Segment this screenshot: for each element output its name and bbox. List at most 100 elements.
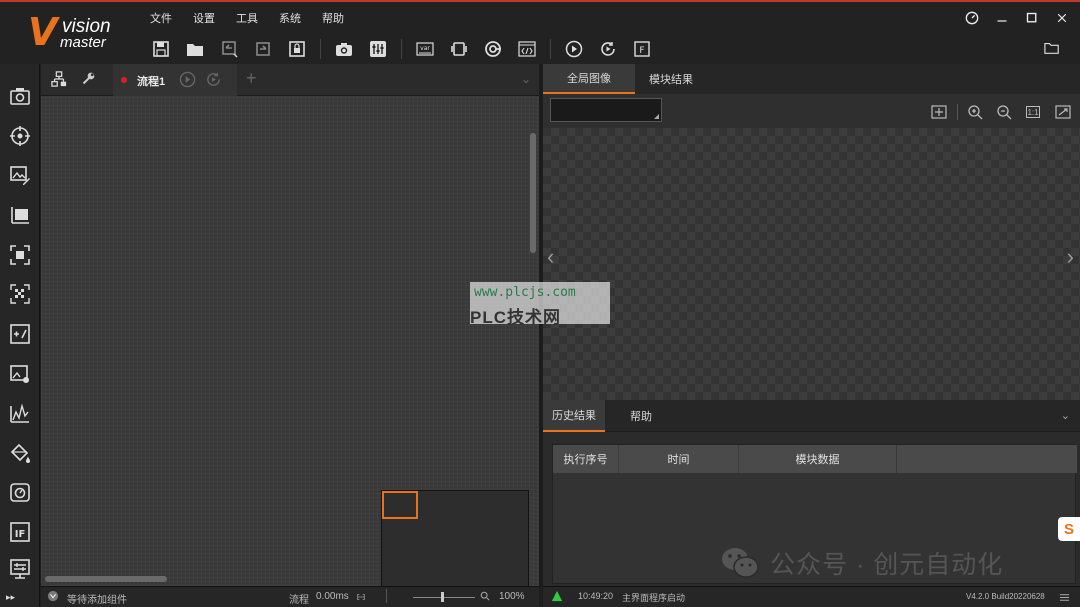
chevron-down-icon[interactable]: ⌄ [521, 72, 531, 86]
wrench-icon[interactable] [81, 71, 99, 89]
controller-icon[interactable] [367, 38, 389, 60]
expand-sidebar-icon[interactable]: ▸▸ [6, 592, 15, 603]
close-icon[interactable] [1054, 10, 1070, 26]
measure-icon[interactable] [8, 203, 32, 227]
recognize-icon[interactable] [8, 243, 32, 267]
process-panel: 流程1 + ⌄ ↘ [41, 64, 539, 607]
title-bar: V vision master 文件 设置 工具 系统 帮助 var F [0, 0, 1080, 64]
open-icon[interactable] [184, 38, 206, 60]
menu-settings[interactable]: 设置 [193, 10, 225, 26]
vertical-scrollbar[interactable] [530, 133, 536, 253]
minimap-viewport[interactable] [382, 491, 418, 519]
zoom-out-icon[interactable] [996, 104, 1012, 120]
status-separator [386, 589, 387, 603]
image-tab-bar: 全局图像 模块结果 [543, 64, 1080, 94]
logo-text-master: master [60, 34, 106, 51]
variable-icon[interactable]: var [414, 38, 436, 60]
form-icon[interactable]: F [631, 38, 653, 60]
tab-help[interactable]: 帮助 [605, 400, 677, 432]
run-once-icon[interactable] [563, 38, 585, 60]
image-source-icon[interactable] [8, 84, 32, 108]
tab-history-results[interactable]: 历史结果 [543, 400, 605, 432]
image-source-select[interactable] [550, 98, 662, 122]
code-icon[interactable] [516, 38, 538, 60]
menu-system[interactable]: 系统 [279, 10, 311, 26]
record-dot [121, 77, 127, 83]
next-image-arrow[interactable]: › [1067, 244, 1074, 270]
log-menu-icon[interactable] [1059, 592, 1070, 605]
logic-tool-icon[interactable]: IF [8, 520, 32, 544]
wechat-account-text: 公众号 · 创元自动化 [770, 551, 1004, 579]
menu-help[interactable]: 帮助 [322, 10, 354, 26]
toolbar-separator [957, 104, 958, 120]
tab-global-image[interactable]: 全局图像 [543, 64, 635, 94]
minimize-icon[interactable] [994, 10, 1010, 26]
zoom-slider-knob[interactable] [441, 592, 444, 602]
status-message: 等待添加组件 [67, 595, 127, 606]
column-header-module-data[interactable]: 模块数据 [739, 445, 897, 473]
zoom-search-icon[interactable] [480, 591, 490, 604]
export-icon[interactable] [252, 38, 274, 60]
fit-image-icon[interactable] [931, 104, 947, 120]
add-process-button[interactable]: + [246, 68, 257, 89]
maximize-icon[interactable] [1024, 10, 1040, 26]
defect-detect-icon[interactable] [8, 401, 32, 425]
deep-learning-icon[interactable] [8, 480, 32, 504]
version-label: V4.2.0 Build20220628 [966, 592, 1045, 601]
tab-module-result[interactable]: 模块结果 [635, 64, 707, 94]
communication-icon[interactable] [448, 38, 470, 60]
column-header-time[interactable]: 时间 [619, 445, 739, 473]
side-badge[interactable]: S [1058, 517, 1080, 541]
run-process-icon[interactable] [179, 71, 197, 89]
zoom-in-icon[interactable] [967, 104, 983, 120]
history-tab-bar: 历史结果 帮助 ⌄ [543, 400, 1080, 432]
menu-tools[interactable]: 工具 [236, 10, 268, 26]
locate-icon[interactable] [8, 124, 32, 148]
wechat-icon [722, 548, 759, 578]
menu-file[interactable]: 文件 [150, 10, 182, 26]
main-menu: 文件 设置 工具 系统 帮助 [150, 10, 365, 26]
vision-master-window: V vision master 文件 设置 工具 系统 帮助 var F IF … [0, 0, 1080, 607]
log-message: 主界面程序启动 [622, 593, 686, 603]
save-icon[interactable] [150, 38, 172, 60]
loop-process-icon[interactable] [205, 71, 223, 89]
lock-icon[interactable] [286, 38, 308, 60]
svg-text:IF: IF [15, 529, 26, 540]
image-edit-icon[interactable] [8, 163, 32, 187]
camera-icon[interactable] [333, 38, 355, 60]
log-status-bar: 10:49:20 主界面程序启动 V4.2.0 Build20220628 [543, 586, 1080, 607]
zoom-slider-track[interactable] [413, 597, 475, 598]
global-script-icon[interactable] [482, 38, 504, 60]
svg-text:F: F [639, 46, 644, 56]
status-ok-icon [551, 590, 563, 604]
previous-image-arrow[interactable]: ‹ [547, 244, 554, 270]
window-controls [964, 10, 1070, 26]
watermark-site-name: PLC技术网 [470, 308, 561, 327]
communication-tool-icon[interactable] [8, 557, 32, 581]
calibrate-icon[interactable] [8, 282, 32, 306]
fullscreen-icon[interactable] [1055, 104, 1071, 120]
import-icon[interactable] [218, 38, 240, 60]
column-header-index[interactable]: 执行序号 [553, 445, 619, 473]
main-toolbar: var F [150, 38, 665, 60]
logo-mark: V [28, 10, 58, 54]
open-folder-icon[interactable] [1044, 40, 1062, 58]
process-canvas[interactable]: ↘ [41, 97, 539, 607]
actual-size-button[interactable]: 1:1 [1026, 106, 1040, 118]
toolbar-separator [320, 39, 321, 59]
calculation-icon[interactable] [8, 322, 32, 346]
watermark-url: www.plcjs.com [474, 285, 576, 300]
speed-icon[interactable] [964, 10, 980, 26]
toolbar-separator [401, 39, 402, 59]
image-display-area[interactable] [543, 128, 1080, 400]
flow-tree-icon[interactable] [51, 71, 69, 89]
color-process-icon[interactable] [8, 441, 32, 465]
tool-sidebar: IF ▸▸ [0, 64, 40, 607]
link-icon[interactable] [356, 592, 366, 605]
table-header: 执行序号 时间 模块数据 [553, 445, 1077, 473]
horizontal-scrollbar[interactable] [45, 576, 167, 582]
chevron-down-icon[interactable]: ⌄ [1061, 409, 1070, 422]
column-header-empty [897, 445, 1077, 473]
image-process-icon[interactable] [8, 362, 32, 386]
run-loop-icon[interactable] [597, 38, 619, 60]
